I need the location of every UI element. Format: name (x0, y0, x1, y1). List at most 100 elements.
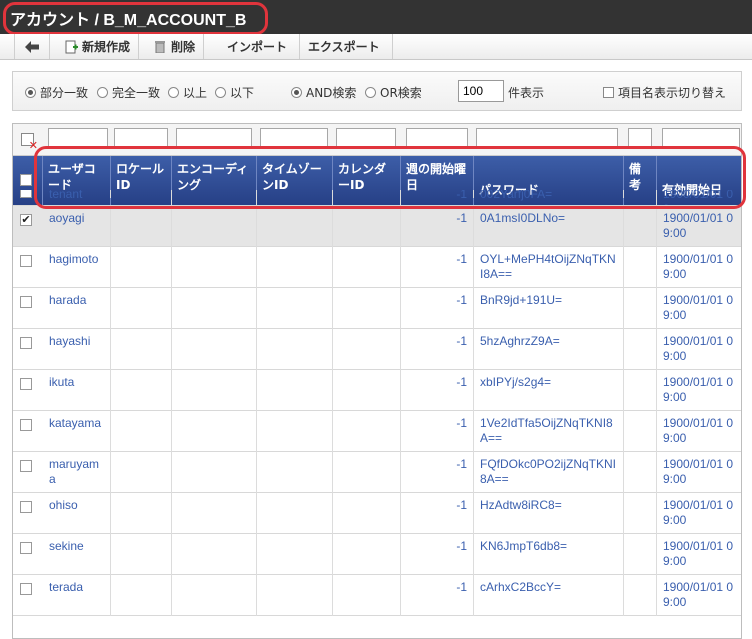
table-row[interactable]: hagimoto -1 OYL+MePH4tOijZNqTKNI8A== 1900/0… (13, 247, 741, 288)
cell-encoding (172, 206, 257, 247)
toggle-column-names[interactable]: 項目名表示切り替え (603, 84, 726, 101)
radio-or-search[interactable]: OR検索 (365, 84, 422, 101)
table-row[interactable]: tenant -1 002Yarfj0FA= 1900/01/01 09 (13, 190, 741, 206)
cell-timezone-id (257, 534, 333, 575)
cell-encoding (172, 247, 257, 288)
cell-start-date: 1900/01/01 09:00 (657, 329, 741, 370)
row-checkbox[interactable] (20, 337, 32, 349)
filter-user-code[interactable] (48, 128, 108, 148)
row-checkbox[interactable] (20, 255, 32, 267)
cell-password: HzAdtw8iRC8= (474, 493, 624, 534)
cell-remarks (624, 370, 657, 411)
cell-password: OYL+MePH4tOijZNqTKNI8A== (474, 247, 624, 288)
cell-week-start: -1 (401, 329, 474, 370)
cell-remarks (624, 534, 657, 575)
display-count-label: 件表示 (508, 86, 545, 100)
back-button[interactable] (14, 34, 50, 59)
cell-timezone-id (257, 575, 333, 616)
cell-user-code[interactable]: terada (43, 575, 111, 616)
export-button[interactable]: エクスポート (296, 34, 393, 59)
cell-user-code[interactable]: aoyagi (43, 206, 111, 247)
table-row[interactable]: ohiso -1 HzAdtw8iRC8= 1900/01/01 09:00 (13, 493, 741, 534)
radio-exact-match[interactable]: 完全一致 (97, 84, 160, 101)
filter-locale-id[interactable] (114, 128, 168, 148)
cell-encoding (172, 329, 257, 370)
cell-password: 002Yarfj0FA= (474, 190, 624, 201)
cell-calendar-id (333, 247, 401, 288)
cell-user-code[interactable]: maruyama (43, 452, 111, 493)
cell-timezone-id (257, 452, 333, 493)
cell-remarks (624, 452, 657, 493)
import-button-label: インポート (227, 40, 288, 54)
row-checkbox[interactable] (20, 542, 32, 554)
row-checkbox[interactable] (20, 419, 32, 431)
filter-timezone-id[interactable] (260, 128, 328, 148)
cell-user-code[interactable]: katayama (43, 411, 111, 452)
row-checkbox[interactable] (20, 296, 32, 308)
cell-encoding (172, 575, 257, 616)
clear-filter-icon[interactable]: ✕ (21, 133, 38, 151)
delete-button-label: 削除 (171, 40, 196, 54)
row-checkbox[interactable] (20, 460, 32, 472)
table-row[interactable]: hayashi -1 5hzAghrzZ9A= 1900/01/01 09:00 (13, 329, 741, 370)
table-row[interactable]: ikuta -1 xbIPYj/s2g4= 1900/01/01 09:00 (13, 370, 741, 411)
cell-week-start: -1 (401, 288, 474, 329)
title-bar: アカウント / B_M_ACCOUNT_B (0, 0, 752, 34)
display-count-input[interactable] (458, 80, 504, 102)
cell-password: 5hzAghrzZ9A= (474, 329, 624, 370)
row-checkbox[interactable] (20, 583, 32, 595)
filter-start-date[interactable] (662, 128, 740, 148)
row-checkbox[interactable] (20, 190, 32, 198)
cell-start-date: 1900/01/01 09:00 (657, 493, 741, 534)
cell-start-date: 1900/01/01 09:00 (657, 452, 741, 493)
table-row[interactable]: ✔ aoyagi -1 0A1msI0DLNo= 1900/01/01 09:00 (13, 206, 741, 247)
cell-start-date: 1900/01/01 09:00 (657, 534, 741, 575)
radio-partial-match[interactable]: 部分一致 (25, 84, 88, 101)
cell-locale-id (111, 411, 172, 452)
table-row[interactable]: maruyama -1 FQfDOkc0PO2ijZNqTKNI8A== 1900/0… (13, 452, 741, 493)
cell-password: cArhxC2BccY= (474, 575, 624, 616)
arrow-left-icon (25, 40, 39, 54)
cell-remarks (624, 206, 657, 247)
filter-password[interactable] (476, 128, 618, 148)
row-checkbox[interactable] (20, 501, 32, 513)
cell-encoding (172, 288, 257, 329)
cell-remarks (624, 247, 657, 288)
cell-week-start: -1 (401, 534, 474, 575)
radio-and-search[interactable]: AND検索 (291, 84, 356, 101)
radio-lte[interactable]: 以下 (215, 84, 254, 101)
radio-gte[interactable]: 以上 (168, 84, 207, 101)
table-row[interactable]: katayama -1 1Ve2IdTfa5OijZNqTKNI8A== 1900/0… (13, 411, 741, 452)
cell-locale-id (111, 206, 172, 247)
cell-locale-id (111, 288, 172, 329)
cell-user-code[interactable]: tenant (43, 190, 111, 201)
row-checkbox[interactable]: ✔ (20, 214, 32, 226)
new-button[interactable]: 新規作成 (56, 34, 140, 59)
table-row[interactable]: harada -1 BnR9jd+191U= 1900/01/01 09:00 (13, 288, 741, 329)
cell-user-code[interactable]: hagimoto (43, 247, 111, 288)
cell-encoding (172, 370, 257, 411)
filter-encoding[interactable] (176, 128, 252, 148)
row-checkbox[interactable] (20, 378, 32, 390)
table-row[interactable]: terada -1 cArhxC2BccY= 1900/01/01 09:00 (13, 575, 741, 616)
filter-week-start[interactable] (406, 128, 468, 148)
cell-password: FQfDOkc0PO2ijZNqTKNI8A== (474, 452, 624, 493)
cell-user-code[interactable]: sekine (43, 534, 111, 575)
filter-calendar-id[interactable] (336, 128, 396, 148)
cell-user-code[interactable]: ohiso (43, 493, 111, 534)
search-options-panel: 部分一致 完全一致 以上 以下 AND検索 OR検索 件表示 項目名表示切り替え (12, 71, 742, 111)
cell-start-date: 1900/01/01 09:00 (657, 247, 741, 288)
cell-timezone-id (257, 493, 333, 534)
filter-remarks[interactable] (628, 128, 652, 148)
cell-user-code[interactable]: ikuta (43, 370, 111, 411)
delete-button[interactable]: 削除 (145, 34, 205, 59)
radio-icon (365, 87, 376, 98)
cell-locale-id (111, 452, 172, 493)
radio-icon (215, 87, 226, 98)
cell-calendar-id (333, 452, 401, 493)
cell-week-start: -1 (401, 370, 474, 411)
cell-user-code[interactable]: hayashi (43, 329, 111, 370)
cell-user-code[interactable]: harada (43, 288, 111, 329)
import-button[interactable]: インポート (215, 34, 301, 59)
table-row[interactable]: sekine -1 KN6JmpT6db8= 1900/01/01 09:00 (13, 534, 741, 575)
